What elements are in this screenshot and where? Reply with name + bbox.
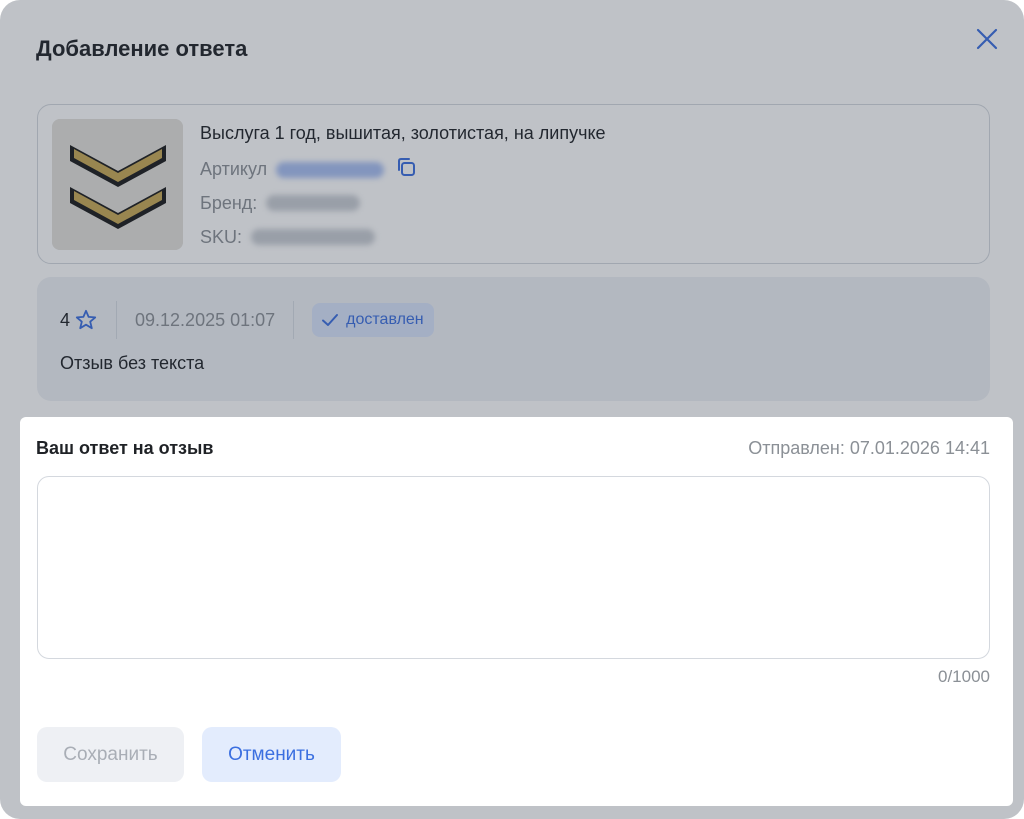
rating: 4: [60, 308, 98, 332]
modal-title: Добавление ответа: [36, 36, 248, 61]
answer-textarea[interactable]: [37, 476, 990, 659]
status-badge: доставлен: [312, 303, 434, 337]
product-image: [52, 119, 183, 250]
brand-row: Бренд:: [200, 192, 361, 214]
divider: [293, 301, 295, 339]
check-icon: [322, 314, 339, 326]
brand-label: Бренд:: [200, 192, 258, 213]
char-counter: 0/1000: [938, 667, 990, 686]
review-card: 4 09.12.2025 01:07 доставлен Отзыв без т…: [37, 277, 990, 401]
review-date: 09.12.2025 01:07: [135, 309, 276, 330]
close-button[interactable]: [970, 22, 1004, 56]
add-answer-modal: Добавление ответа Выслуга 1 год, вышитая…: [0, 0, 1024, 819]
article-label: Артикул: [200, 159, 268, 179]
answer-panel: Ваш ответ на отзыв Отправлен: 07.01.2026…: [20, 417, 1013, 806]
status-text: доставлен: [346, 311, 424, 328]
close-icon: [976, 28, 998, 50]
sent-timestamp: Отправлен: 07.01.2026 14:41: [748, 438, 990, 458]
brand-value-redacted: [266, 195, 361, 212]
review-text: Отзыв без текста: [60, 353, 205, 373]
divider: [116, 301, 118, 339]
answer-title: Ваш ответ на отзыв: [36, 438, 214, 458]
star-icon: [75, 309, 97, 330]
review-meta: 4 09.12.2025 01:07 доставлен: [60, 301, 434, 339]
product-card: Выслуга 1 год, вышитая, золотистая, на л…: [37, 104, 990, 264]
save-button[interactable]: Сохранить: [37, 727, 184, 782]
article-value-redacted[interactable]: [276, 161, 385, 178]
sku-label: SKU:: [200, 226, 243, 247]
modal-header: Добавление ответа: [0, 0, 1024, 100]
sku-value-redacted: [251, 229, 376, 246]
article-row: Артикул: [200, 156, 417, 183]
sku-row: SKU:: [200, 226, 376, 248]
product-name: Выслуга 1 год, вышитая, золотистая, на л…: [200, 123, 606, 143]
cancel-button[interactable]: Отменить: [202, 727, 341, 782]
copy-icon[interactable]: [395, 156, 417, 183]
rating-value: 4: [60, 309, 71, 330]
